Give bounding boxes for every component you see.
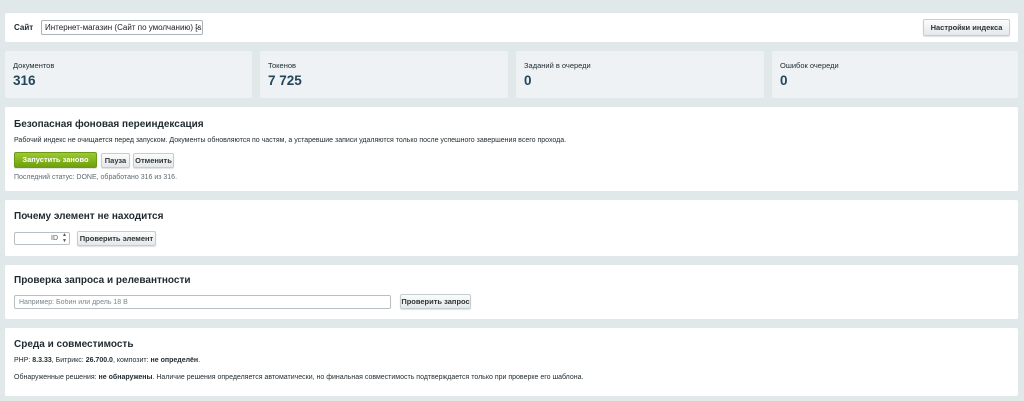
environment-line: PHP: 8.3.33, Битрикс: 26.700.0, композит… bbox=[14, 357, 200, 364]
last-status: Последний статус: DONE, обработано 316 и… bbox=[14, 174, 178, 181]
cancel-button[interactable]: Отменить bbox=[133, 153, 174, 168]
section-title: Среда и совместимость bbox=[14, 339, 134, 350]
stat-value: 316 bbox=[13, 73, 36, 88]
reindex-section: Безопасная фоновая переиндексация Рабочи… bbox=[5, 107, 1018, 191]
php-version: 8.3.33 bbox=[32, 357, 52, 364]
section-title: Безопасная фоновая переиндексация bbox=[14, 119, 204, 130]
index-settings-button[interactable]: Настройки индекса bbox=[923, 19, 1010, 36]
stat-label: Токенов bbox=[268, 61, 297, 70]
restart-button[interactable]: Запустить заново bbox=[14, 152, 97, 168]
stat-value: 7 725 bbox=[268, 73, 302, 88]
stat-label: Заданий в очереди bbox=[524, 61, 591, 70]
section-title: Проверка запроса и релевантности bbox=[14, 275, 191, 286]
bitrix-version: 26.700.0 bbox=[85, 357, 113, 364]
site-select-value: Интернет-магазин (Сайт по умолчанию) [s1… bbox=[45, 23, 203, 32]
check-query-button[interactable]: Проверить запрос bbox=[400, 294, 471, 309]
stat-card-documents: Документов 316 bbox=[5, 51, 252, 98]
element-id-input[interactable]: ID ▲ ▼ bbox=[14, 232, 70, 245]
stat-label: Документов bbox=[13, 61, 55, 70]
stat-card-queue-errors: Ошибок очереди 0 bbox=[772, 51, 1018, 98]
solutions-label: Обнаруженные решения: bbox=[14, 374, 99, 381]
section-title: Почему элемент не находится bbox=[14, 211, 164, 222]
solutions-note: . Наличие решения определяется автоматич… bbox=[152, 374, 584, 381]
stat-value: 0 bbox=[524, 73, 532, 88]
element-id-placeholder: ID bbox=[51, 235, 58, 242]
line-end: . bbox=[198, 357, 201, 364]
solutions-line: Обнаруженные решения: не обнаружены. Нал… bbox=[14, 374, 583, 381]
query-input[interactable] bbox=[14, 295, 391, 309]
site-label: Сайт bbox=[14, 23, 34, 32]
stat-label: Ошибок очереди bbox=[780, 61, 839, 70]
chevron-down-icon: ⌄ bbox=[194, 24, 200, 31]
stat-card-tokens: Токенов 7 725 bbox=[260, 51, 508, 98]
site-bar: Сайт Интернет-магазин (Сайт по умолчанию… bbox=[5, 13, 1018, 42]
pause-button[interactable]: Пауза bbox=[101, 153, 130, 168]
site-select[interactable]: Интернет-магазин (Сайт по умолчанию) [s1… bbox=[41, 20, 203, 35]
composite-label: , композит: bbox=[112, 357, 151, 364]
not-found-section: Почему элемент не находится ID ▲ ▼ Провер… bbox=[5, 200, 1018, 256]
environment-section: Среда и совместимость PHP: 8.3.33, Битри… bbox=[5, 328, 1018, 396]
reindex-description: Рабочий индекс не очищается перед запуск… bbox=[14, 137, 567, 144]
solutions-value: не обнаружены bbox=[98, 374, 153, 381]
stat-value: 0 bbox=[780, 73, 788, 88]
composite-value: не определён bbox=[150, 357, 199, 364]
bitrix-label: , Битрикс: bbox=[51, 357, 86, 364]
check-element-button[interactable]: Проверить элемент bbox=[77, 231, 156, 246]
php-label: PHP: bbox=[14, 357, 33, 364]
stat-card-queue: Заданий в очереди 0 bbox=[516, 51, 764, 98]
spinner-arrows-icon[interactable]: ▲ ▼ bbox=[62, 232, 67, 244]
query-check-section: Проверка запроса и релевантности Провери… bbox=[5, 265, 1018, 319]
